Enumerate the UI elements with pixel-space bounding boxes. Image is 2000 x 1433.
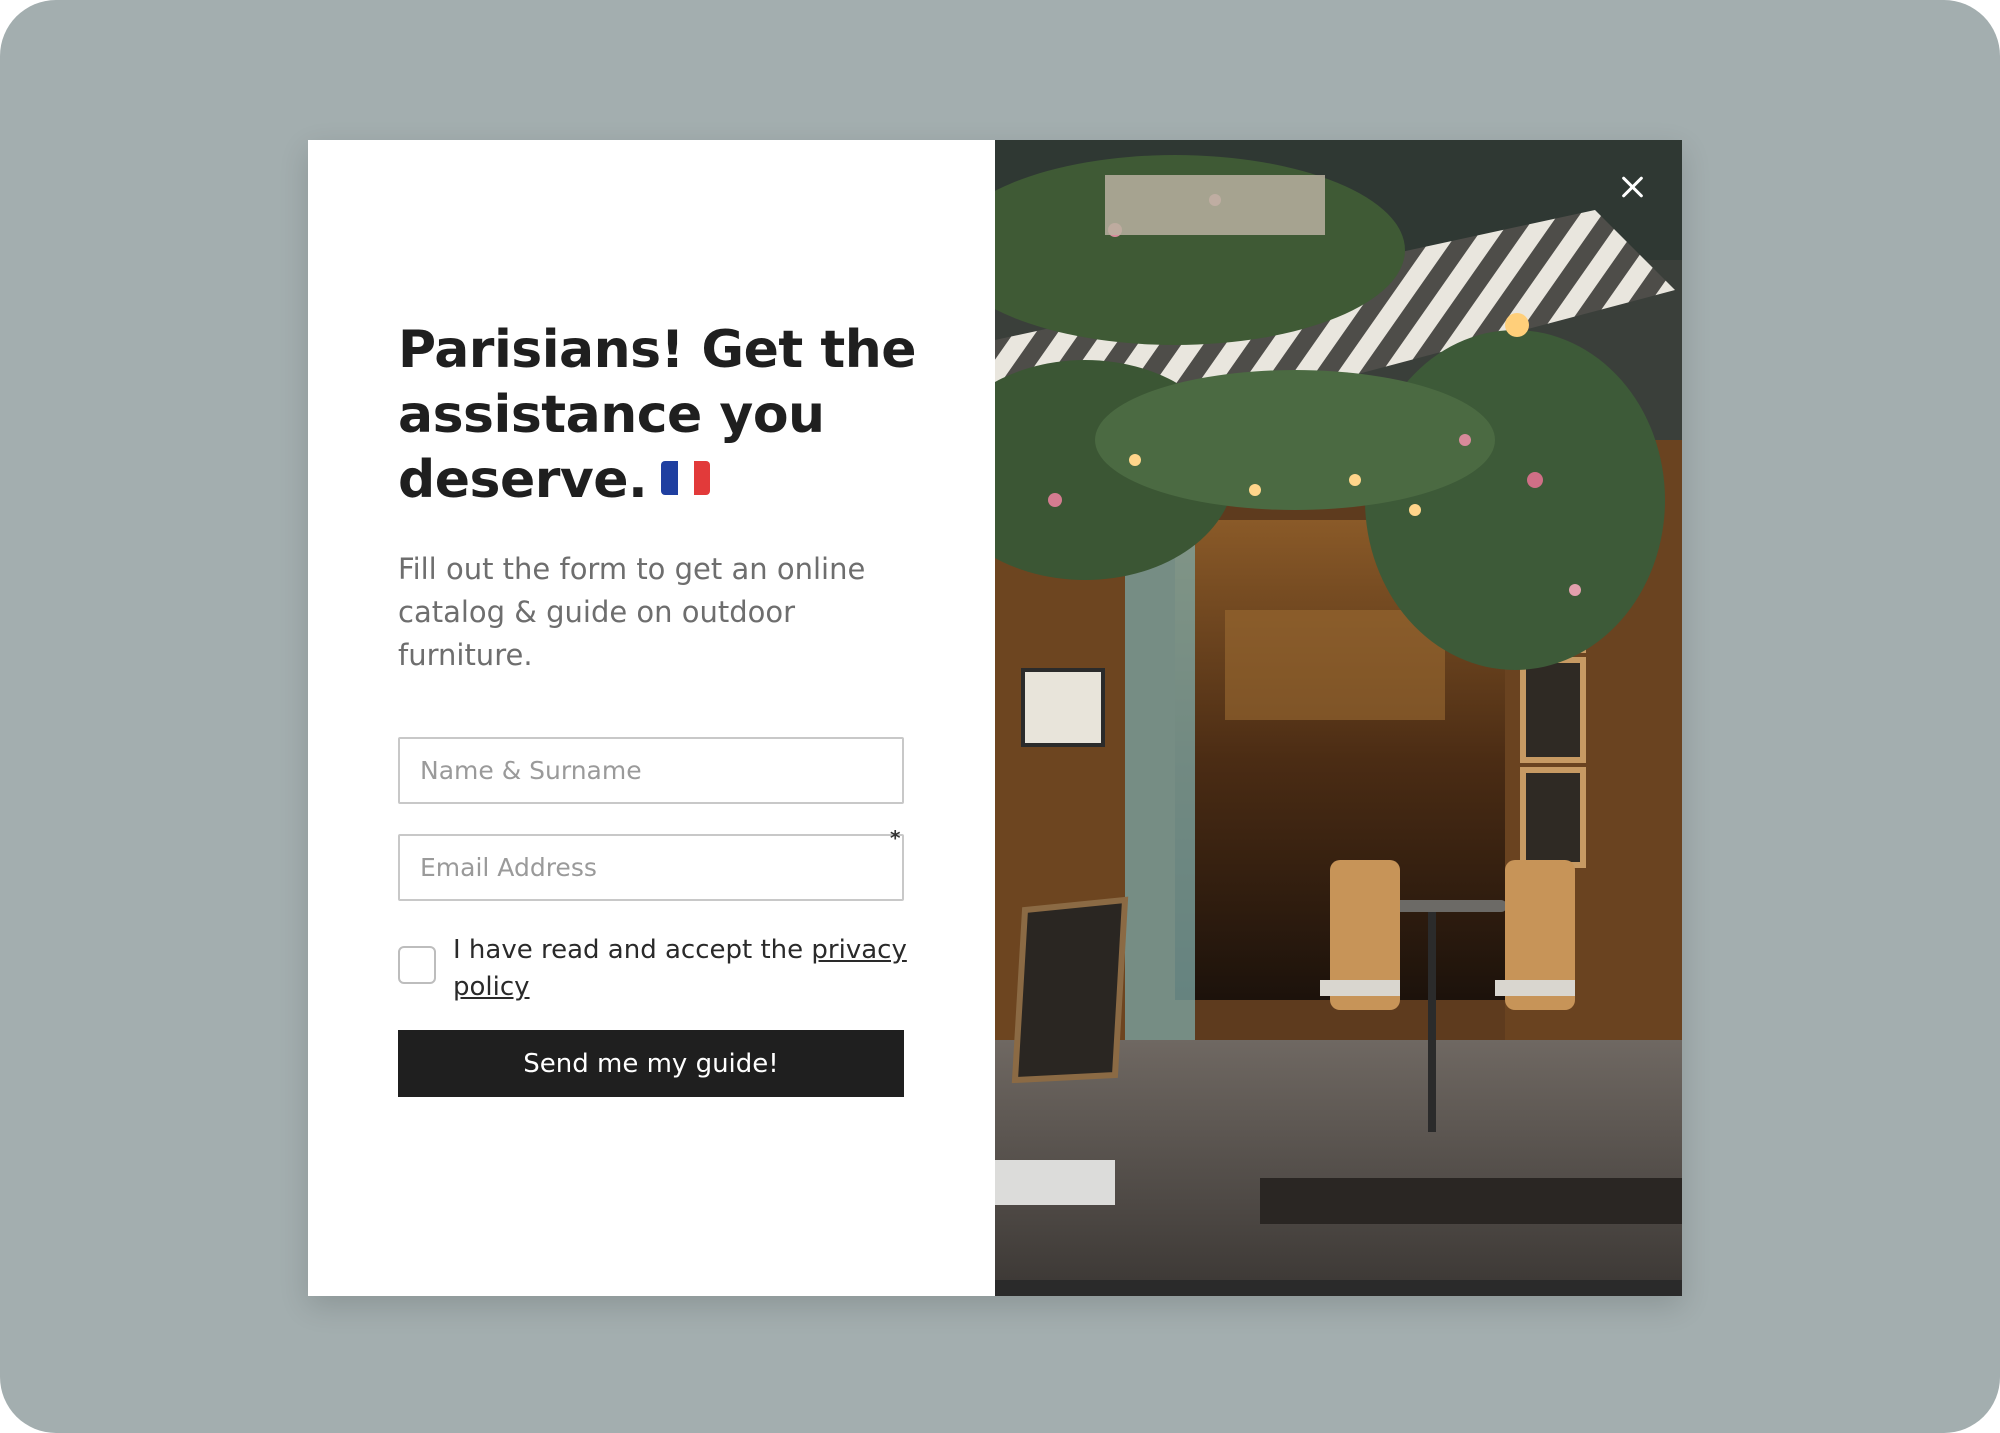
popup-description: Fill out the form to get an online catal…: [398, 552, 866, 672]
cafe-illustration: [995, 140, 1682, 1296]
consent-label: I have read and accept the privacy polic…: [453, 932, 918, 1006]
cafe-photo: [995, 140, 1682, 1296]
consent-text: I have read and accept the: [453, 935, 804, 965]
page-backdrop: Parisians! Get the assistance you deserv…: [0, 0, 2000, 1433]
consent-row: I have read and accept the privacy polic…: [398, 932, 918, 1006]
form-panel: Parisians! Get the assistance you deserv…: [308, 140, 995, 1296]
name-field[interactable]: [398, 737, 904, 804]
signup-popup: Parisians! Get the assistance you deserv…: [308, 140, 1682, 1296]
close-icon[interactable]: [1618, 172, 1648, 202]
required-asterisk: *: [890, 826, 901, 850]
france-flag-icon: [661, 461, 711, 495]
consent-checkbox[interactable]: [398, 946, 436, 984]
headline-text: Parisians! Get the assistance you deserv…: [398, 320, 916, 510]
email-field[interactable]: [398, 834, 904, 901]
popup-headline: Parisians! Get the assistance you deserv…: [398, 318, 918, 513]
send-guide-button[interactable]: Send me my guide!: [398, 1030, 904, 1097]
